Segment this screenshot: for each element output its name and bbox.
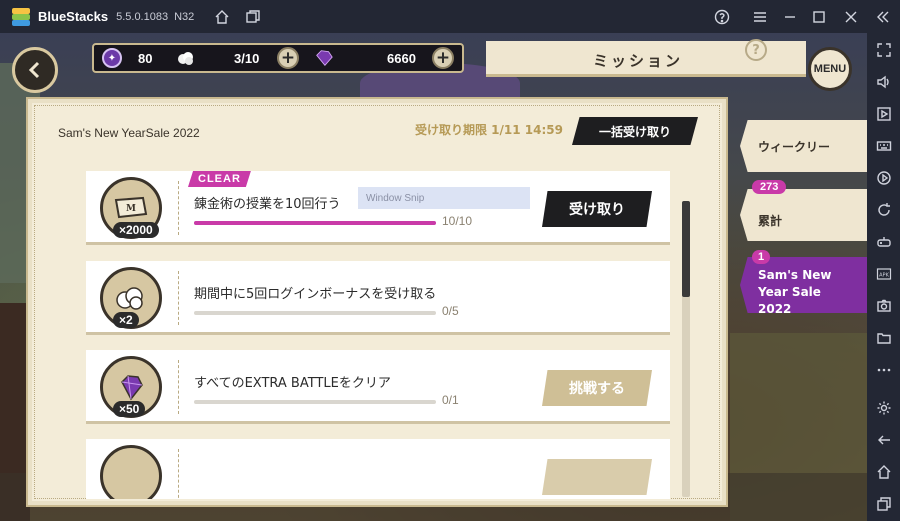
progress-text: 0/5 (442, 304, 459, 318)
bulk-claim-button[interactable]: 一括受け取り (572, 117, 698, 145)
claim-button[interactable]: 受け取り (542, 191, 652, 227)
settings-gear-icon[interactable] (874, 398, 894, 418)
tab-weekly[interactable]: ウィークリー (740, 120, 867, 172)
progress-bar-fill (194, 221, 436, 225)
chevron-left-icon (28, 61, 40, 79)
screen-title: ミッション (593, 52, 684, 70)
keyboard-icon[interactable] (874, 136, 894, 156)
menu-button[interactable]: MENU (808, 47, 852, 91)
mission-text: 期間中に5回ログインボーナスを受け取る (194, 287, 437, 302)
app-name: BlueStacks (38, 9, 109, 24)
more-options-icon[interactable] (874, 360, 894, 380)
multi-instance-icon[interactable] (243, 7, 263, 27)
media-icon[interactable] (874, 104, 894, 124)
add-gem-button[interactable]: + (432, 47, 454, 69)
mission-list: M ×2000 錬金術の授業を10回行う Window Snip 10/10 受… (86, 171, 670, 499)
progress-bar (194, 221, 436, 225)
volume-icon[interactable] (874, 72, 894, 92)
window-snip-tooltip: Window Snip (358, 187, 530, 209)
tab-cumulative[interactable]: 累計 (740, 189, 867, 241)
gamepad-icon[interactable] (874, 232, 894, 252)
divider (178, 360, 179, 414)
tab-sams-new-year-sale[interactable]: Sam's New Year Sale 2022 (740, 257, 867, 313)
screenshot-icon[interactable] (874, 296, 894, 316)
tab-label: ウィークリー (758, 139, 831, 154)
add-cotton-button[interactable]: + (277, 47, 299, 69)
m-badge-reward-icon: M (114, 196, 148, 219)
tab-label: 累計 (758, 213, 783, 228)
gem-currency-icon (314, 48, 334, 68)
svg-text:M: M (126, 204, 136, 214)
reward-count: ×2000 (113, 222, 159, 238)
mission-item-partial (86, 439, 670, 499)
mission-text: 錬金術の授業を10回行う (194, 197, 341, 212)
progress-text: 0/1 (442, 393, 459, 407)
window-titlebar: BlueStacks 5.5.0.1083 N32 (0, 0, 900, 33)
maximize-icon[interactable] (809, 7, 829, 27)
orb-currency-value: 80 (138, 51, 153, 66)
help-question-icon[interactable]: ? (745, 39, 767, 61)
macro-icon[interactable] (874, 168, 894, 188)
challenge-button[interactable]: 挑戦する (542, 370, 652, 406)
reward-badge (100, 445, 162, 499)
tab-count-badge: 1 (752, 250, 771, 264)
currency-bar: ✦ 80 3/10 + 6660 + (92, 43, 464, 73)
reward-badge: ×50 (100, 356, 162, 418)
hamburger-menu-icon[interactable] (750, 7, 770, 27)
claim-deadline: 受け取り期限 1/11 14:59 (415, 123, 563, 137)
help-icon[interactable] (712, 7, 732, 27)
divider (178, 271, 179, 325)
bluestacks-logo-icon (12, 7, 30, 26)
fullscreen-icon[interactable] (874, 40, 894, 60)
progress-text: 10/10 (442, 214, 473, 228)
reward-badge: M ×2000 (100, 177, 162, 239)
reward-count: ×2 (113, 312, 139, 328)
scrollbar-thumb[interactable] (682, 201, 690, 297)
clear-badge: CLEAR (188, 171, 251, 187)
tab-count-badge: 273 (752, 180, 787, 194)
panel-title: Sam's New YearSale 2022 (58, 126, 200, 140)
close-icon[interactable] (841, 7, 861, 27)
minimize-icon[interactable] (780, 7, 800, 27)
progress-bar (194, 400, 436, 404)
back-arrow-icon[interactable] (874, 430, 894, 450)
app-version: 5.5.0.1083 (116, 10, 169, 23)
recent-apps-icon[interactable] (874, 494, 894, 514)
mission-text: すべてのEXTRA BATTLEをクリア (194, 376, 391, 391)
bluestacks-sidebar: APK (867, 33, 900, 521)
folder-icon[interactable] (874, 328, 894, 348)
gem-reward-icon (121, 375, 143, 401)
mission-button-partial[interactable] (542, 459, 652, 495)
divider (178, 181, 179, 235)
mission-item: M ×2000 錬金術の授業を10回行う Window Snip 10/10 受… (86, 171, 670, 245)
mission-scrollbar[interactable] (682, 201, 690, 497)
rotate-icon[interactable] (874, 200, 894, 220)
game-viewport: ✦ 80 3/10 + 6660 + ミッション ? MENU Sam's Ne… (0, 33, 867, 521)
cotton-currency-value: 3/10 (234, 51, 260, 66)
mission-item: ×2 期間中に5回ログインボーナスを受け取る 0/5 (86, 261, 670, 335)
reward-count: ×50 (113, 401, 146, 417)
cotton-currency-icon (176, 48, 196, 68)
svg-text:APK: APK (879, 273, 889, 279)
back-button[interactable] (12, 47, 58, 93)
divider (178, 449, 179, 499)
cotton-reward-icon (116, 287, 143, 310)
app-build: N32 (174, 10, 195, 23)
gem-currency-value: 6660 (387, 51, 416, 66)
android-home-icon[interactable] (874, 462, 894, 482)
apk-icon[interactable]: APK (874, 264, 894, 284)
progress-bar (194, 311, 436, 315)
home-icon[interactable] (212, 7, 232, 27)
mission-item: ×50 すべてのEXTRA BATTLEをクリア 0/1 挑戦する (86, 350, 670, 424)
tab-label: Sam's New Year Sale 2022 (758, 267, 832, 316)
orb-currency-icon: ✦ (102, 48, 122, 68)
collapse-sidebar-icon[interactable] (873, 7, 893, 27)
reward-badge: ×2 (100, 267, 162, 329)
mission-panel: Sam's New YearSale 2022 受け取り期限 1/11 14:5… (26, 97, 728, 507)
